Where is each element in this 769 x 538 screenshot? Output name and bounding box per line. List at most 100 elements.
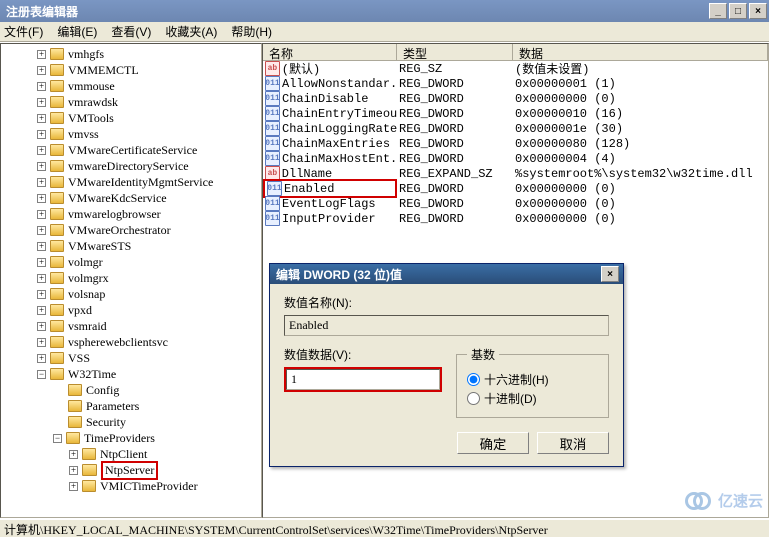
menu-file[interactable]: 文件(F) xyxy=(4,23,43,40)
tree-item[interactable]: +NtpServer xyxy=(1,462,261,478)
tree-item[interactable]: +vmwarelogbrowser xyxy=(1,206,261,222)
menu-help[interactable]: 帮助(H) xyxy=(231,23,272,40)
folder-icon xyxy=(50,304,64,316)
tree-item[interactable]: +VMMEMCTL xyxy=(1,62,261,78)
expand-icon[interactable]: + xyxy=(37,178,46,187)
column-data[interactable]: 数据 xyxy=(513,44,768,61)
tree-label: Security xyxy=(86,415,126,430)
expand-icon[interactable]: + xyxy=(37,210,46,219)
expand-icon[interactable]: − xyxy=(53,434,62,443)
tree-item[interactable]: +VMwareIdentityMgmtService xyxy=(1,174,261,190)
tree-item[interactable]: Security xyxy=(1,414,261,430)
tree-label: vmhgfs xyxy=(68,47,104,62)
expand-icon[interactable]: + xyxy=(69,482,78,491)
minimize-button[interactable]: _ xyxy=(709,3,727,19)
value-data: 0x00000000 (0) xyxy=(513,197,768,211)
dialog-close-button[interactable]: × xyxy=(601,266,619,282)
list-row[interactable]: 011ChainEntryTimeoutREG_DWORD0x00000010 … xyxy=(263,106,768,121)
expand-icon[interactable]: + xyxy=(37,242,46,251)
expand-icon[interactable]: + xyxy=(37,194,46,203)
tree-item[interactable]: +VMwareSTS xyxy=(1,238,261,254)
expand-icon[interactable]: + xyxy=(37,130,46,139)
expand-icon[interactable]: + xyxy=(37,274,46,283)
cancel-button[interactable]: 取消 xyxy=(537,432,609,454)
binary-value-icon: 011 xyxy=(265,151,280,166)
list-row[interactable]: 011EnabledREG_DWORD0x00000000 (0) xyxy=(263,181,768,196)
expand-icon[interactable]: + xyxy=(69,466,78,475)
expand-icon[interactable]: + xyxy=(37,114,46,123)
tree-label: W32Time xyxy=(68,367,116,382)
tree-label: VSS xyxy=(68,351,90,366)
list-row[interactable]: 011ChainMaxEntriesREG_DWORD0x00000080 (1… xyxy=(263,136,768,151)
tree-item[interactable]: +volmgrx xyxy=(1,270,261,286)
tree-item[interactable]: + VSS xyxy=(1,350,261,366)
folder-icon xyxy=(50,96,64,108)
expand-icon[interactable]: + xyxy=(37,226,46,235)
menu-edit[interactable]: 编辑(E) xyxy=(57,23,97,40)
tree-item[interactable]: +VMwareCertificateService xyxy=(1,142,261,158)
tree-item[interactable]: +vmrawdsk xyxy=(1,94,261,110)
tree-item[interactable]: +vmvss xyxy=(1,126,261,142)
expand-icon[interactable]: − xyxy=(37,370,46,379)
value-data: 0x00000000 (0) xyxy=(513,212,768,226)
column-name[interactable]: 名称 xyxy=(263,44,397,61)
tree-item[interactable]: + vmhgfs xyxy=(1,46,261,62)
expand-icon[interactable]: + xyxy=(37,82,46,91)
folder-icon xyxy=(50,208,64,220)
radix-dec-radio[interactable] xyxy=(467,392,480,405)
tree-item[interactable]: +vpxd xyxy=(1,302,261,318)
tree-item[interactable]: −TimeProviders xyxy=(1,430,261,446)
tree-item[interactable]: +VMICTimeProvider xyxy=(1,478,261,494)
expand-icon[interactable]: + xyxy=(37,98,46,107)
tree-item[interactable]: +vmwareDirectoryService xyxy=(1,158,261,174)
list-row[interactable]: ab(默认)REG_SZ(数值未设置) xyxy=(263,61,768,76)
tree-item[interactable]: − W32Time xyxy=(1,366,261,382)
expand-icon[interactable]: + xyxy=(37,338,46,347)
folder-icon xyxy=(50,144,64,156)
list-row[interactable]: 011ChainLoggingRateREG_DWORD0x0000001e (… xyxy=(263,121,768,136)
expand-icon[interactable]: + xyxy=(37,50,46,59)
column-type[interactable]: 类型 xyxy=(397,44,513,61)
expand-icon[interactable]: + xyxy=(37,322,46,331)
expand-icon[interactable]: + xyxy=(37,146,46,155)
folder-icon xyxy=(68,400,82,412)
list-row[interactable]: 011ChainDisableREG_DWORD0x00000000 (0) xyxy=(263,91,768,106)
ok-button[interactable]: 确定 xyxy=(457,432,529,454)
value-type: REG_EXPAND_SZ xyxy=(397,167,513,181)
value-name: ChainMaxEntries xyxy=(282,137,397,151)
tree-item[interactable]: +vspherewebclientsvc xyxy=(1,334,261,350)
tree-item[interactable]: +VMTools xyxy=(1,110,261,126)
menu-favorites[interactable]: 收藏夹(A) xyxy=(165,23,217,40)
list-row[interactable]: 011ChainMaxHostEnt...REG_DWORD0x00000004… xyxy=(263,151,768,166)
radix-legend: 基数 xyxy=(467,346,499,363)
tree-item[interactable]: +vmmouse xyxy=(1,78,261,94)
close-button[interactable]: × xyxy=(749,3,767,19)
menu-view[interactable]: 查看(V) xyxy=(111,23,151,40)
list-row[interactable]: 011InputProviderREG_DWORD0x00000000 (0) xyxy=(263,211,768,226)
expand-icon[interactable]: + xyxy=(37,290,46,299)
tree-item[interactable]: Config xyxy=(1,382,261,398)
dialog-title: 编辑 DWORD (32 位)值 xyxy=(276,266,402,283)
list-row[interactable]: 011EventLogFlagsREG_DWORD0x00000000 (0) xyxy=(263,196,768,211)
expand-icon[interactable]: + xyxy=(69,450,78,459)
tree-item[interactable]: +vsmraid xyxy=(1,318,261,334)
expand-icon[interactable]: + xyxy=(37,66,46,75)
maximize-button[interactable]: □ xyxy=(729,3,747,19)
expand-icon[interactable]: + xyxy=(37,162,46,171)
expand-icon[interactable]: + xyxy=(37,258,46,267)
value-data-input[interactable] xyxy=(286,369,440,390)
tree-item[interactable]: +VMwareKdcService xyxy=(1,190,261,206)
tree-item[interactable]: +VMwareOrchestrator xyxy=(1,222,261,238)
tree-item[interactable]: Parameters xyxy=(1,398,261,414)
tree-item[interactable]: +volsnap xyxy=(1,286,261,302)
list-row[interactable]: 011AllowNonstandar...REG_DWORD0x00000001… xyxy=(263,76,768,91)
expand-icon[interactable]: + xyxy=(37,306,46,315)
radix-group: 基数 十六进制(H) 十进制(D) xyxy=(456,346,609,418)
tree-item[interactable]: +volmgr xyxy=(1,254,261,270)
value-name: InputProvider xyxy=(282,212,397,226)
radix-hex-radio[interactable] xyxy=(467,373,480,386)
value-type: REG_DWORD xyxy=(397,77,513,91)
tree-pane[interactable]: + vmhgfs+VMMEMCTL+vmmouse+vmrawdsk+VMTool… xyxy=(0,43,262,518)
folder-icon xyxy=(50,64,64,76)
expand-icon[interactable]: + xyxy=(37,354,46,363)
